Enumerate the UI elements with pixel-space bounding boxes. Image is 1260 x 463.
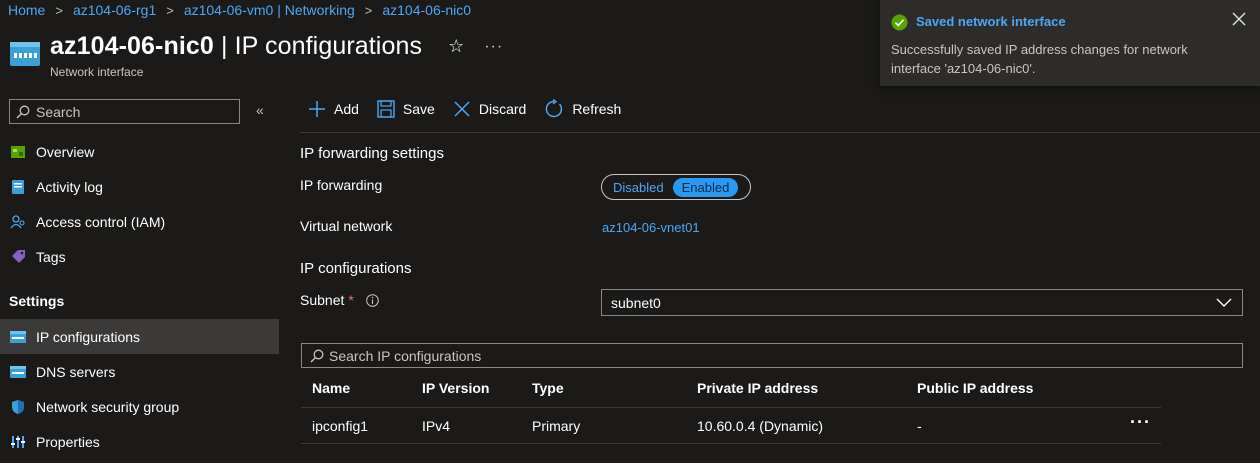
chevron-right-icon: > xyxy=(364,2,373,18)
sidebar-item-overview[interactable]: Overview xyxy=(0,134,279,169)
subnet-label: Subnet xyxy=(300,292,345,308)
table-header-divider xyxy=(301,407,1161,408)
sidebar-item-label: Network security group xyxy=(36,398,180,415)
sidebar-item-label: DNS servers xyxy=(36,363,116,380)
ip-forwarding-label: IP forwarding xyxy=(300,177,383,193)
subnet-select[interactable]: subnet0 xyxy=(601,289,1243,316)
page-title: az104-06-nic0 | IP configurations xyxy=(50,32,423,60)
cell-name: ipconfig1 xyxy=(312,418,369,434)
sidebar-item-label: Access control (IAM) xyxy=(36,213,166,230)
command-bar: Add Save Discard Refresh xyxy=(308,99,639,119)
collapse-sidebar-icon[interactable]: « xyxy=(256,102,264,118)
breadcrumb: Home > az104-06-rg1 > az104-06-vm0 | Net… xyxy=(8,2,471,18)
save-icon xyxy=(377,100,395,118)
properties-icon xyxy=(10,434,26,450)
cell-type: Primary xyxy=(532,418,581,434)
plus-icon xyxy=(309,101,325,117)
virtual-network-link[interactable]: az104-06-vnet01 xyxy=(602,220,700,235)
column-header-ip-version[interactable]: IP Version xyxy=(422,380,489,396)
more-options-icon[interactable]: ··· xyxy=(484,38,503,56)
chevron-down-icon xyxy=(1216,298,1232,307)
iam-icon xyxy=(10,214,26,230)
notification-title: Saved network interface xyxy=(916,14,1066,29)
column-header-public-ip[interactable]: Public IP address xyxy=(917,380,1033,396)
sidebar-item-iam[interactable]: Access control (IAM) xyxy=(0,204,279,239)
breadcrumb-resource-group[interactable]: az104-06-rg1 xyxy=(73,2,156,18)
column-header-private-ip[interactable]: Private IP address xyxy=(697,380,818,396)
refresh-button[interactable]: Refresh xyxy=(544,99,621,119)
add-button[interactable]: Add xyxy=(308,100,359,118)
ip-configurations-search-input[interactable] xyxy=(329,347,1129,364)
breadcrumb-vm-networking[interactable]: az104-06-vm0 | Networking xyxy=(184,2,355,18)
sidebar-search[interactable] xyxy=(9,99,240,124)
toggle-disabled-option[interactable]: Disabled xyxy=(604,178,673,197)
favorite-star-icon[interactable]: ☆ xyxy=(448,36,464,57)
activity-log-icon xyxy=(10,179,26,195)
dns-icon xyxy=(10,364,26,380)
discard-button[interactable]: Discard xyxy=(453,100,526,118)
column-header-type[interactable]: Type xyxy=(532,380,564,396)
page-subtitle: Network interface xyxy=(50,65,144,79)
cell-public-ip: - xyxy=(917,418,922,434)
sidebar-item-ip-configurations[interactable]: IP configurations xyxy=(0,319,279,354)
sidebar-item-dns-servers[interactable]: DNS servers xyxy=(0,354,279,389)
ip-forwarding-section-title: IP forwarding settings xyxy=(300,145,444,162)
notification-message: Successfully saved IP address changes fo… xyxy=(891,42,1188,76)
sidebar-search-input[interactable] xyxy=(36,103,226,120)
sidebar-item-tags[interactable]: Tags xyxy=(0,239,279,274)
network-interface-icon xyxy=(10,42,40,66)
chevron-right-icon: > xyxy=(55,2,63,18)
page-header: az104-06-nic0 | IP configurations ☆ ··· … xyxy=(10,32,503,79)
save-button[interactable]: Save xyxy=(377,100,435,118)
column-header-name[interactable]: Name xyxy=(312,380,350,396)
ip-configurations-section-title: IP configurations xyxy=(300,260,412,277)
sidebar-item-properties[interactable]: Properties xyxy=(0,424,279,459)
ip-forwarding-toggle[interactable]: Disabled Enabled xyxy=(601,174,751,200)
row-more-options-icon[interactable]: ··· xyxy=(1130,412,1151,433)
sidebar-item-nsg[interactable]: Network security group xyxy=(0,389,279,424)
nic-icon xyxy=(10,329,26,345)
ip-configurations-search[interactable] xyxy=(301,343,1243,368)
search-icon xyxy=(310,349,324,362)
sidebar-item-label: Activity log xyxy=(36,178,103,195)
cell-ip-version: IPv4 xyxy=(422,418,451,434)
sidebar-item-label: Tags xyxy=(36,248,66,265)
notification-toast: Saved network interface Successfully sav… xyxy=(880,0,1260,86)
close-icon xyxy=(454,101,470,117)
breadcrumb-home[interactable]: Home xyxy=(8,2,45,18)
sidebar-section-settings: Settings xyxy=(9,293,65,309)
required-marker: * xyxy=(348,292,354,308)
toggle-enabled-option[interactable]: Enabled xyxy=(672,177,739,197)
search-icon xyxy=(16,105,30,118)
sidebar-item-label: Overview xyxy=(36,143,95,160)
virtual-network-label: Virtual network xyxy=(300,218,393,234)
close-icon[interactable] xyxy=(1232,12,1246,26)
cell-private-ip: 10.60.0.4 (Dynamic) xyxy=(697,418,824,434)
toolbar-divider xyxy=(300,132,1260,133)
tag-icon xyxy=(10,249,26,265)
sidebar-item-activity-log[interactable]: Activity log xyxy=(0,169,279,204)
success-check-icon xyxy=(891,14,908,31)
chevron-right-icon: > xyxy=(166,2,174,18)
info-icon[interactable] xyxy=(366,293,379,307)
overview-icon xyxy=(10,144,26,160)
table-row-divider xyxy=(301,443,1161,444)
refresh-icon xyxy=(545,99,563,118)
sidebar-item-label: Properties xyxy=(36,433,100,450)
sidebar-item-label: IP configurations xyxy=(36,328,141,345)
shield-icon xyxy=(10,399,26,415)
breadcrumb-nic[interactable]: az104-06-nic0 xyxy=(382,2,471,18)
subnet-select-value: subnet0 xyxy=(611,294,661,311)
subnet-label-group: Subnet * xyxy=(300,292,379,308)
